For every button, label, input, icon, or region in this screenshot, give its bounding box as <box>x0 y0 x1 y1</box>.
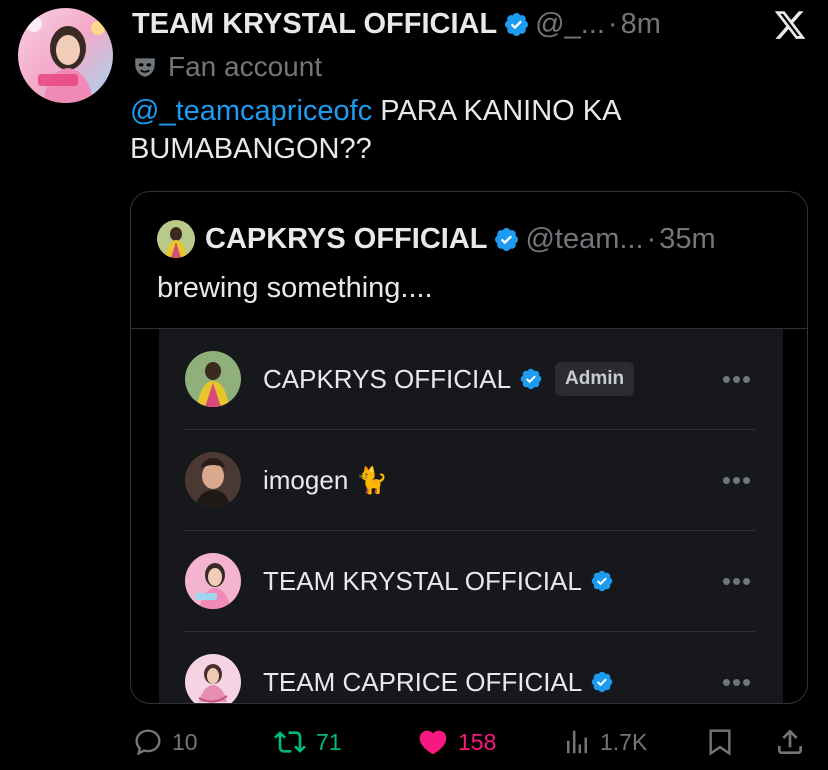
views-icon <box>567 730 587 754</box>
separator-dot: · <box>607 7 618 40</box>
admin-badge: Admin <box>555 362 635 396</box>
member-name-wrap: TEAM CAPRICE OFFICIAL <box>263 664 614 700</box>
quote-text: brewing something.... <box>157 272 433 304</box>
reply-icon <box>135 729 161 756</box>
member-avatar <box>185 452 241 508</box>
verified-icon <box>493 226 520 253</box>
quote-time[interactable]: 35m <box>659 223 715 256</box>
quote-avatar[interactable] <box>157 220 195 258</box>
verified-icon <box>519 367 543 391</box>
views-button[interactable]: 1.7K <box>562 722 647 762</box>
more-icon[interactable]: ••• <box>715 563 759 599</box>
like-button[interactable]: 158 <box>416 722 496 762</box>
member-row[interactable]: CAPKRYS OFFICIAL Admin ••• <box>159 329 783 429</box>
member-name: CAPKRYS OFFICIAL <box>263 363 512 394</box>
member-row[interactable]: TEAM KRYSTAL OFFICIAL ••• <box>159 531 783 631</box>
separator-dot: · <box>646 222 657 255</box>
member-name-wrap: TEAM KRYSTAL OFFICIAL <box>263 563 614 599</box>
tweet-text: @_teamcapriceofc PARA KANINO KA BUMABANG… <box>130 92 790 168</box>
member-name: TEAM KRYSTAL OFFICIAL <box>263 565 582 596</box>
member-name: imogen 🐈 <box>263 464 388 495</box>
share-button[interactable] <box>774 722 814 762</box>
more-icon[interactable]: ••• <box>715 664 759 700</box>
verified-icon <box>590 670 614 694</box>
bookmark-button[interactable] <box>704 722 744 762</box>
mention-link[interactable]: @_teamcapriceofc <box>130 95 372 127</box>
views-count: 1.7K <box>600 728 648 755</box>
share-icon <box>778 729 802 754</box>
bookmark-icon <box>709 729 731 756</box>
author-name[interactable]: TEAM KRYSTAL OFFICIAL <box>132 8 497 41</box>
tweet-time[interactable]: 8m <box>621 8 661 41</box>
more-icon[interactable]: ••• <box>715 361 759 397</box>
reply-button[interactable]: 10 <box>132 722 198 762</box>
member-avatar <box>185 654 241 703</box>
verified-icon <box>590 569 614 593</box>
x-logo-icon[interactable] <box>772 8 808 42</box>
reply-count: 10 <box>172 728 198 755</box>
author-handle[interactable]: @_... <box>535 8 605 41</box>
fan-mask-icon <box>135 58 155 77</box>
member-avatar <box>185 351 241 407</box>
account-label-text: Fan account <box>168 51 323 82</box>
quote-header: CAPKRYS OFFICIAL @team... · 35m <box>157 220 716 258</box>
like-count: 158 <box>458 728 497 755</box>
member-name-wrap: CAPKRYS OFFICIAL Admin <box>263 361 635 397</box>
repost-button[interactable]: 71 <box>272 722 342 762</box>
member-avatar <box>185 553 241 609</box>
quote-author-name[interactable]: CAPKRYS OFFICIAL <box>205 223 487 256</box>
repost-icon <box>274 731 306 753</box>
action-bar: 10 71 158 1.7K <box>130 722 810 762</box>
quoted-tweet[interactable]: CAPKRYS OFFICIAL @team... · 35m brewing … <box>130 191 808 704</box>
member-name: TEAM CAPRICE OFFICIAL <box>263 666 583 697</box>
repost-count: 71 <box>316 728 342 755</box>
member-name-wrap: imogen 🐈 <box>263 462 388 498</box>
tweet-header: TEAM KRYSTAL OFFICIAL @_... · 8m <box>132 4 661 44</box>
member-row[interactable]: TEAM CAPRICE OFFICIAL ••• <box>159 632 783 703</box>
member-row[interactable]: imogen 🐈 ••• <box>159 430 783 530</box>
verified-icon <box>503 11 530 38</box>
account-label: Fan account <box>132 50 322 84</box>
quote-handle[interactable]: @team... <box>525 223 643 256</box>
heart-icon <box>419 730 447 755</box>
author-avatar[interactable] <box>18 8 113 103</box>
more-icon[interactable]: ••• <box>715 462 759 498</box>
quote-media-image[interactable]: CAPKRYS OFFICIAL Admin ••• imogen 🐈 ••• <box>159 329 783 703</box>
